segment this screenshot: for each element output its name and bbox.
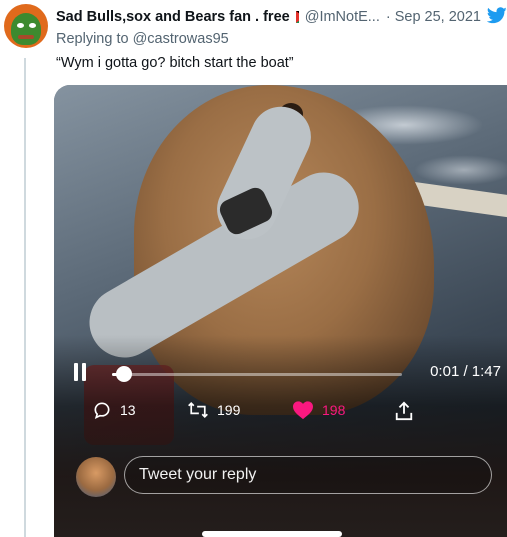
reply-composer: Tweet your reply bbox=[54, 445, 507, 505]
progress-knob[interactable] bbox=[115, 366, 132, 382]
user-handle[interactable]: @ImNotE... bbox=[305, 9, 380, 25]
home-indicator bbox=[202, 531, 342, 537]
video-controls: 0:01 / 1:47 bbox=[54, 355, 507, 395]
current-user-avatar[interactable] bbox=[76, 457, 116, 497]
video-time: 0:01 / 1:47 bbox=[430, 363, 501, 380]
tweet-text: “Wym i gotta go? bitch start the boat” bbox=[56, 55, 294, 71]
like-button[interactable]: 198 bbox=[292, 400, 345, 420]
retweet-count: 199 bbox=[217, 402, 241, 418]
replying-prefix: Replying to bbox=[56, 31, 129, 47]
reply-icon bbox=[92, 400, 112, 420]
progress-bar[interactable] bbox=[112, 366, 402, 382]
replying-to: Replying to @castrowas95 bbox=[56, 31, 229, 47]
avatar[interactable] bbox=[4, 4, 48, 48]
retweet-icon bbox=[187, 400, 209, 420]
reply-count: 13 bbox=[120, 402, 136, 418]
video-player[interactable]: 0:01 / 1:47 13 199 198 Tweet your reply bbox=[54, 85, 507, 537]
retweet-button[interactable]: 199 bbox=[187, 400, 240, 420]
tweet-date[interactable]: Sep 25, 2021 bbox=[395, 9, 481, 25]
twitter-bird-icon bbox=[486, 6, 507, 28]
reply-button[interactable]: 13 bbox=[92, 400, 136, 420]
reply-input[interactable]: Tweet your reply bbox=[124, 456, 492, 494]
display-name[interactable]: Sad Bulls,sox and Bears fan . free bbox=[56, 9, 290, 25]
flag-icon bbox=[295, 11, 299, 23]
share-icon bbox=[394, 400, 414, 422]
separator-dot: · bbox=[385, 9, 391, 25]
heart-icon bbox=[292, 400, 314, 420]
share-button[interactable] bbox=[394, 400, 414, 422]
tweet-actions: 13 199 198 bbox=[54, 397, 507, 427]
tweet-header: Sad Bulls,sox and Bears fan . free @ImNo… bbox=[56, 6, 507, 28]
thread-line bbox=[24, 58, 26, 537]
pause-icon[interactable] bbox=[72, 363, 90, 383]
replying-mention[interactable]: @castrowas95 bbox=[133, 31, 229, 47]
like-count: 198 bbox=[322, 402, 346, 418]
